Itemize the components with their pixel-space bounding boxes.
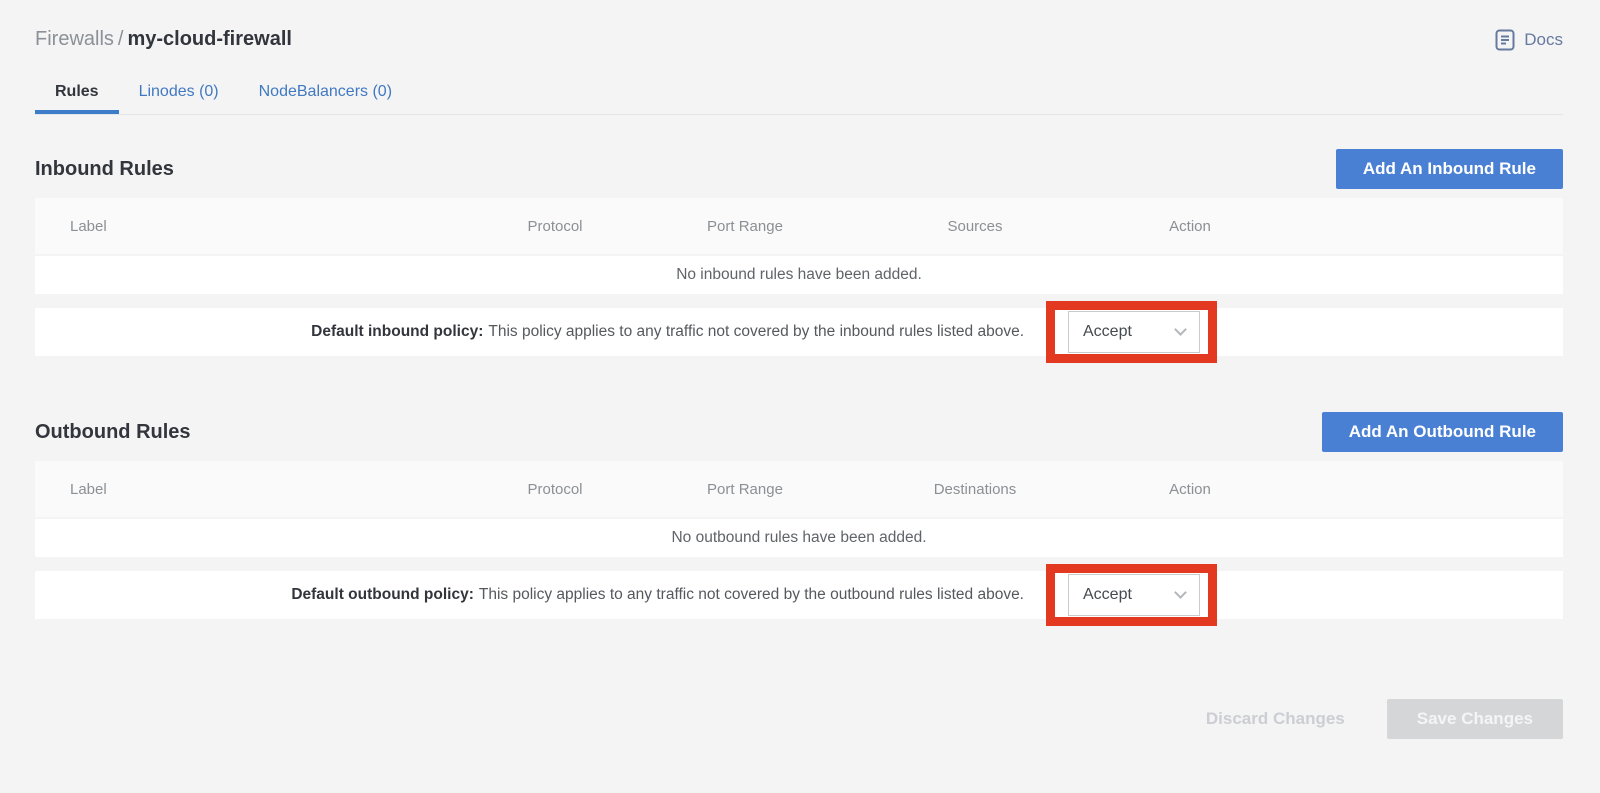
discard-changes-button[interactable]: Discard Changes [1194, 709, 1357, 729]
outbound-col-action: Action [1105, 481, 1275, 498]
outbound-table-header: Label Protocol Port Range Destinations A… [35, 461, 1563, 517]
outbound-rules-table: Label Protocol Port Range Destinations A… [35, 461, 1563, 619]
docs-link[interactable]: Docs [1494, 29, 1563, 51]
outbound-policy-row: Default outbound policy: This policy app… [35, 571, 1563, 619]
chevron-down-icon [1174, 586, 1187, 599]
topbar: Firewalls/my-cloud-firewall Docs [35, 28, 1563, 51]
outbound-col-label: Label [35, 481, 465, 498]
inbound-col-port-range: Port Range [645, 218, 845, 235]
inbound-policy-select[interactable]: Accept [1068, 311, 1200, 353]
breadcrumb-separator: / [114, 28, 128, 50]
breadcrumb-current-firewall: my-cloud-firewall [127, 28, 291, 50]
breadcrumb-firewalls-link[interactable]: Firewalls [35, 28, 114, 50]
tab-nodebalancers[interactable]: NodeBalancers (0) [239, 73, 412, 114]
inbound-policy-description: This policy applies to any traffic not c… [488, 323, 1024, 341]
tab-linodes[interactable]: Linodes (0) [119, 73, 239, 114]
tab-rules[interactable]: Rules [35, 73, 119, 114]
inbound-col-protocol: Protocol [465, 218, 645, 235]
inbound-col-action: Action [1105, 218, 1275, 235]
chevron-down-icon [1174, 323, 1187, 336]
inbound-col-label: Label [35, 218, 465, 235]
outbound-section-header: Outbound Rules Add An Outbound Rule [35, 412, 1563, 452]
inbound-policy-label: Default inbound policy: [311, 323, 483, 341]
firewall-detail-page: Firewalls/my-cloud-firewall Docs Rules L… [0, 0, 1600, 739]
inbound-policy-highlight-box: Accept [1046, 301, 1217, 363]
outbound-policy-description: This policy applies to any traffic not c… [479, 586, 1024, 604]
inbound-col-sources: Sources [845, 218, 1105, 235]
breadcrumb: Firewalls/my-cloud-firewall [35, 28, 292, 51]
inbound-policy-selected-value: Accept [1083, 323, 1132, 341]
footer-actions: Discard Changes Save Changes [35, 699, 1563, 739]
outbound-col-protocol: Protocol [465, 481, 645, 498]
inbound-empty-text: No inbound rules have been added. [676, 266, 922, 284]
outbound-policy-selected-value: Accept [1083, 586, 1132, 604]
inbound-empty-row: No inbound rules have been added. [35, 256, 1563, 294]
outbound-col-destinations: Destinations [845, 481, 1105, 498]
outbound-empty-row: No outbound rules have been added. [35, 519, 1563, 557]
outbound-policy-select[interactable]: Accept [1068, 574, 1200, 616]
inbound-rules-table: Label Protocol Port Range Sources Action… [35, 198, 1563, 356]
save-changes-button[interactable]: Save Changes [1387, 699, 1563, 739]
inbound-section-header: Inbound Rules Add An Inbound Rule [35, 149, 1563, 189]
outbound-empty-text: No outbound rules have been added. [671, 529, 926, 547]
inbound-table-header: Label Protocol Port Range Sources Action [35, 198, 1563, 254]
tab-bar: Rules Linodes (0) NodeBalancers (0) [35, 73, 1563, 115]
outbound-rules-title: Outbound Rules [35, 421, 191, 444]
add-inbound-rule-button[interactable]: Add An Inbound Rule [1336, 149, 1563, 189]
inbound-rules-title: Inbound Rules [35, 158, 174, 181]
inbound-policy-row: Default inbound policy: This policy appl… [35, 308, 1563, 356]
docs-link-label: Docs [1524, 30, 1563, 50]
docs-icon [1494, 29, 1516, 51]
outbound-policy-highlight-box: Accept [1046, 564, 1217, 626]
outbound-policy-label: Default outbound policy: [291, 586, 474, 604]
add-outbound-rule-button[interactable]: Add An Outbound Rule [1322, 412, 1563, 452]
outbound-col-port-range: Port Range [645, 481, 845, 498]
